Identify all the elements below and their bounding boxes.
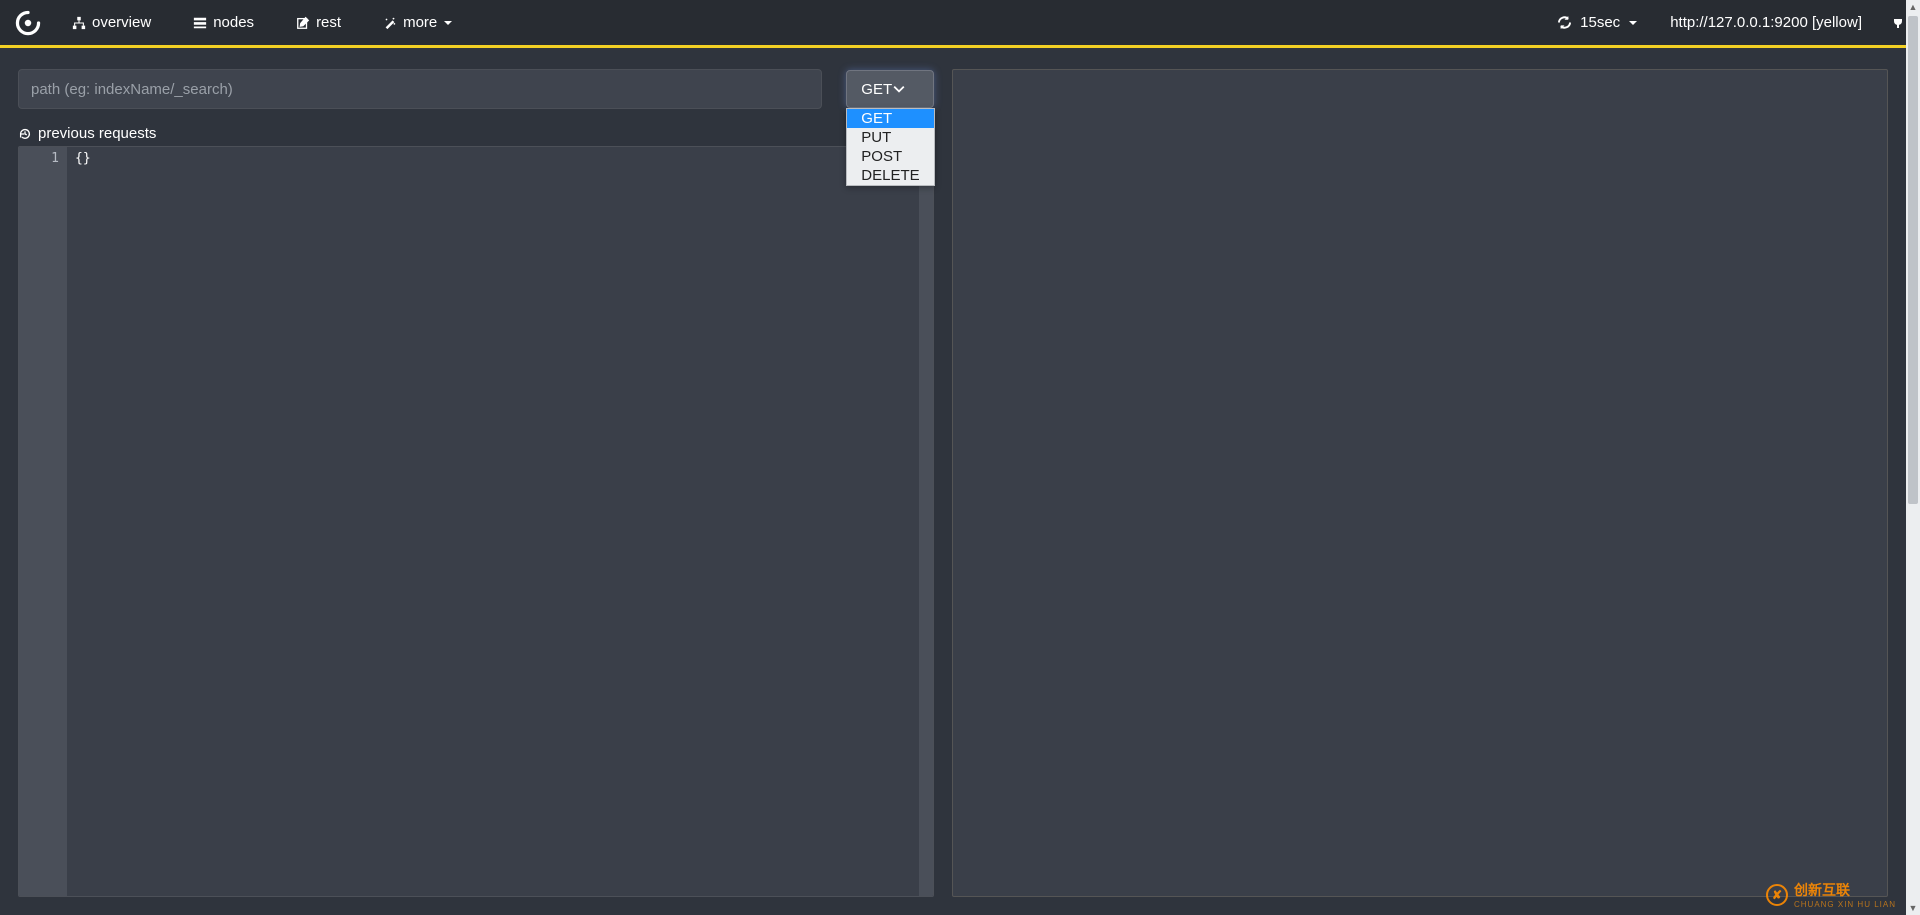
app-logo-icon [14, 9, 42, 37]
nodes-icon [193, 16, 207, 30]
cluster-url-status: http://127.0.0.1:9200 [yellow] [1670, 14, 1862, 31]
scroll-track[interactable] [1906, 14, 1920, 901]
editor-gutter: 1 [19, 147, 67, 896]
scroll-up-button[interactable]: ▲ [1906, 0, 1920, 14]
http-method-selected: GET [861, 81, 892, 98]
history-icon [18, 127, 32, 141]
nav-nodes[interactable]: nodes [181, 8, 266, 37]
nav-rest-label: rest [316, 14, 341, 31]
previous-requests-label: previous requests [38, 125, 156, 142]
caret-down-icon [443, 18, 453, 28]
nav-overview[interactable]: overview [60, 8, 163, 37]
line-number: 1 [19, 151, 59, 166]
chevron-down-icon [893, 83, 905, 95]
http-method-option-post[interactable]: POST [847, 147, 933, 166]
page-scrollbar[interactable]: ▲ ▼ [1906, 0, 1920, 915]
path-input[interactable] [18, 69, 822, 109]
request-column: GET GET PUT POST DELETE previous request… [18, 69, 934, 897]
nav-rest[interactable]: rest [284, 8, 353, 37]
top-navbar: overview nodes rest more 15sec http://12… [0, 0, 1920, 48]
http-method-dropdown: GET PUT POST DELETE [846, 108, 934, 186]
scroll-down-button[interactable]: ▼ [1906, 901, 1920, 915]
refresh-interval-button[interactable]: 15sec [1545, 8, 1650, 37]
editor-code-area[interactable]: {} [67, 147, 933, 896]
refresh-icon [1557, 15, 1572, 30]
nav-nodes-label: nodes [213, 14, 254, 31]
http-method-option-put[interactable]: PUT [847, 128, 933, 147]
path-row: GET GET PUT POST DELETE [18, 69, 934, 109]
previous-requests-button[interactable]: previous requests [18, 125, 934, 142]
editor-scrollbar[interactable] [919, 147, 933, 896]
editor-body-text: {} [75, 151, 91, 166]
nav-overview-label: overview [92, 14, 151, 31]
plug-icon [1890, 13, 1906, 29]
http-method-option-delete[interactable]: DELETE [847, 166, 933, 185]
response-panel [952, 69, 1888, 897]
edit-icon [296, 16, 310, 30]
request-body-editor[interactable]: 1 {} [18, 146, 934, 897]
nav-more-label: more [403, 14, 437, 31]
magic-icon [383, 16, 397, 30]
nav-more[interactable]: more [371, 8, 465, 37]
caret-down-icon [1628, 18, 1638, 28]
rest-content: GET GET PUT POST DELETE previous request… [0, 51, 1906, 915]
http-method-select[interactable]: GET GET PUT POST DELETE [846, 70, 934, 108]
refresh-interval-label: 15sec [1580, 14, 1620, 31]
http-method-option-get[interactable]: GET [847, 109, 933, 128]
sitemap-icon [72, 16, 86, 30]
scroll-thumb[interactable] [1908, 16, 1918, 504]
